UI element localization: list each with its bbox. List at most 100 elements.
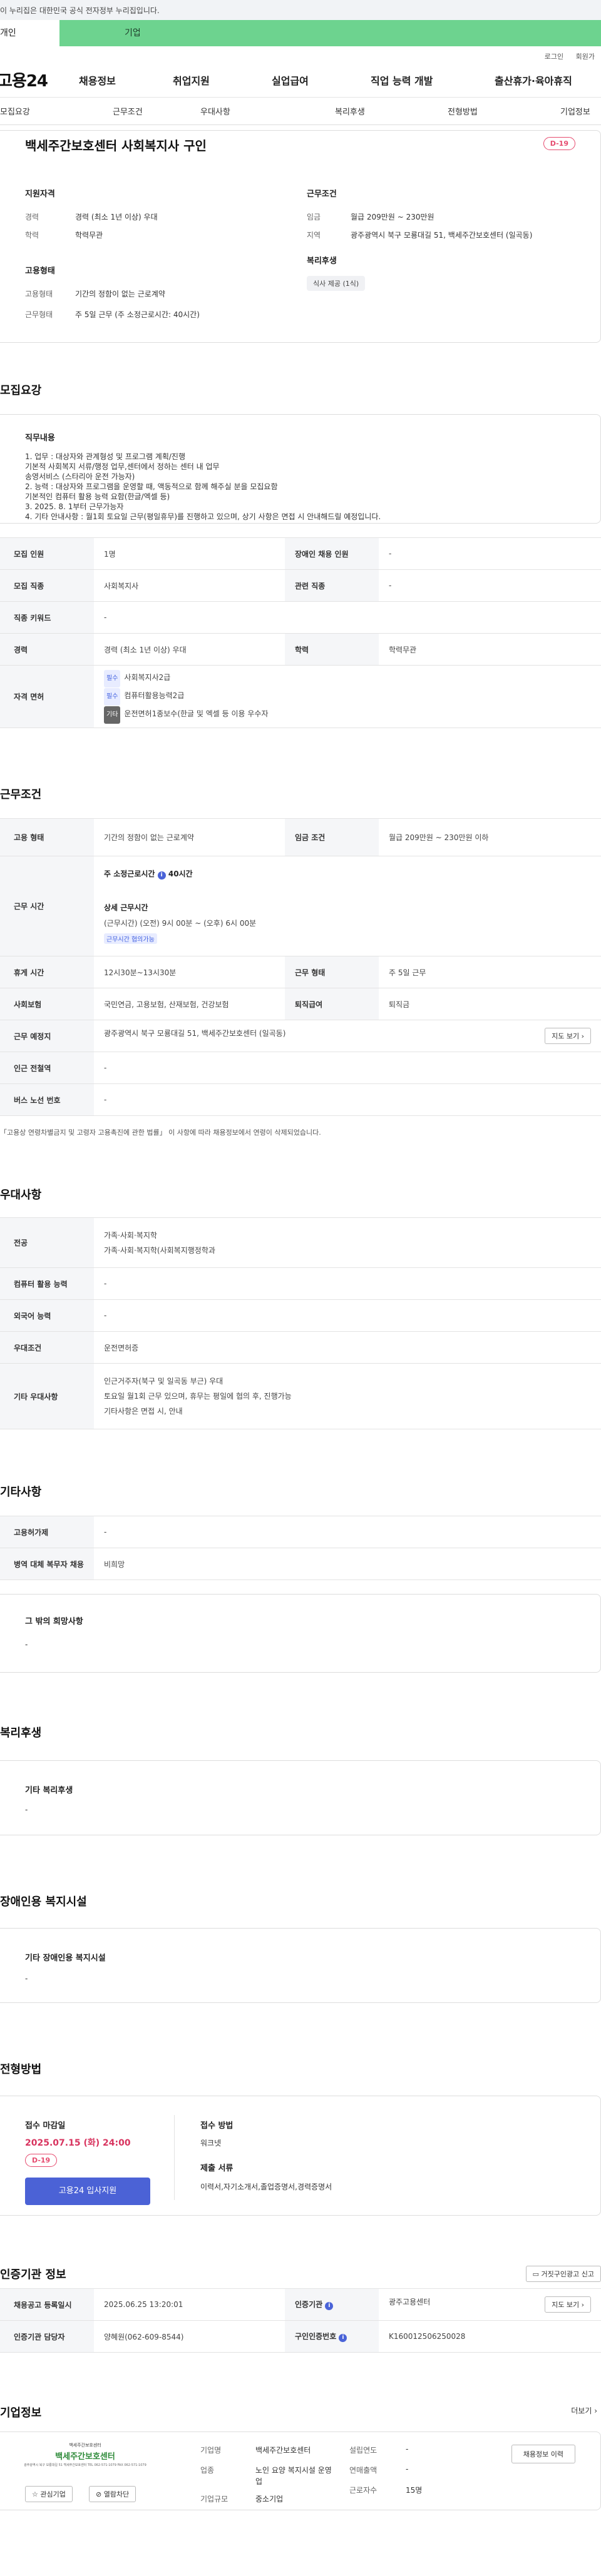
row-value: 경력 (최소 1년 이상) 우대	[94, 633, 285, 666]
row-value: 주 5일 근무	[379, 956, 601, 988]
info-icon[interactable]: i	[157, 871, 166, 880]
year-label: 설립연도	[349, 2446, 378, 2455]
info-icon[interactable]: i	[339, 2334, 347, 2342]
report-label: 거짓구인광고 신고	[541, 2270, 594, 2278]
row-value: 광주고용센터 지도 보기	[379, 2288, 601, 2321]
row-value: 운전면허증	[94, 1331, 601, 1364]
work-time-detail: 주 소정근로시간 i 40시간 상세 근무시간 (근무시간) (오전) 9시 0…	[94, 856, 601, 956]
gnb-item-jobs[interactable]: 채용정보	[79, 73, 173, 88]
tab-business[interactable]: 기업	[59, 20, 601, 46]
row-value: 양혜원(062-609-8544)	[94, 2320, 285, 2353]
subnav-work[interactable]: 근무조건	[113, 105, 200, 117]
year-value: -	[406, 2445, 409, 2453]
welfare-tag: 식사 제공 (1식)	[307, 276, 366, 291]
duty-title: 직무내용	[25, 434, 55, 443]
duty-line: 기본적 사회복지 서류/행정 업무,센터에서 정하는 센터 내 업무	[25, 462, 220, 471]
row-header: 병역 대체 복무자 채용	[0, 1548, 94, 1580]
subnav-selection[interactable]: 전형방법	[448, 105, 560, 117]
row-header: 구인인증번호 i	[285, 2320, 379, 2353]
cert-agency: 광주고용센터	[389, 2298, 431, 2306]
map-button[interactable]: 지도 보기	[545, 1028, 591, 1044]
deadline-value: 2025.07.15 (화) 24:00	[25, 2138, 131, 2148]
table-row: 컴퓨터 활용 능력 -	[0, 1267, 601, 1300]
duty-line: 4. 기타 안내사항 : 월1회 토요일 근무(평일휴무)를 진행하고 있으며,…	[25, 512, 381, 521]
subnav-recruit[interactable]: 모집요강	[0, 105, 113, 117]
block-button[interactable]: ⊘ 열람차단	[89, 2486, 136, 2502]
table-row: 우대조건 운전면허증	[0, 1331, 601, 1364]
gnb-item-vocational-training[interactable]: 직업 능력 개발	[371, 73, 495, 88]
method-label: 접수 방법	[200, 2121, 234, 2131]
table-row: 인근 전철역 -	[0, 1052, 601, 1084]
sub-nav: 모집요강 근무조건 우대사항 복리후생 전형방법 기업정보	[0, 98, 601, 125]
dday-badge: D-19	[543, 137, 575, 150]
company-name-label: 기업명	[200, 2446, 222, 2455]
welfare-heading: 복리후생	[0, 1727, 42, 1740]
hiring-history-button[interactable]: 채용정보 이력	[511, 2445, 575, 2463]
table-row: 모집 직종 사회복지사 관련 직종 -	[0, 569, 601, 602]
employees-value: 15명	[406, 2486, 423, 2495]
flex-hours-badge: 근무시간 협의가능	[104, 933, 157, 944]
cond-label: 임금	[307, 213, 321, 221]
row-value: 퇴직금	[379, 988, 601, 1020]
row-value: 1명	[94, 537, 285, 570]
table-row: 사회보험 국민연금, 고용보험, 산재보험, 건강보험 퇴직급여 퇴직금	[0, 988, 601, 1020]
method-value: 워크넷	[200, 2139, 222, 2148]
work-heading: 근무조건	[0, 788, 42, 801]
report-button[interactable]: ▭ 거짓구인광고 신고	[525, 2266, 601, 2282]
row-value: -	[379, 537, 601, 570]
gnb-item-parental-leave[interactable]: 출산휴가·육아휴직	[495, 73, 601, 88]
company-logo: 백세주간보호센터 백세주간보호센터 광주광역시 북구 모룡대길 51 백세주간보…	[23, 2442, 148, 2477]
table-row: 전공 가족·사회·복지학 가족·사회·복지학(사회복지행정학과	[0, 1217, 601, 1268]
pref-table: 전공 가족·사회·복지학 가족·사회·복지학(사회복지행정학과 컴퓨터 활용 능력 -…	[0, 1217, 601, 1429]
divider	[174, 2115, 175, 2200]
subnav-company[interactable]: 기업정보	[560, 105, 601, 117]
row-value: 학력무관	[379, 633, 601, 666]
more-link[interactable]: 더보기 ›	[571, 2405, 597, 2416]
row-header: 퇴직급여	[285, 988, 379, 1020]
join-link[interactable]: 회원가	[576, 53, 595, 61]
favorite-button[interactable]: ☆ 관심기업	[25, 2486, 73, 2502]
cond-label: 지역	[307, 231, 321, 240]
docs-label: 제출 서류	[200, 2164, 234, 2173]
recruit-table: 모집 인원 1명 장애인 채용 인원 - 모집 직종 사회복지사 관련 직종 - 직종 키워…	[0, 537, 601, 728]
logo-name: 백세주간보호센터	[55, 2452, 115, 2462]
cert-heading: 인증기관 정보	[0, 2268, 66, 2281]
tab-individual[interactable]: 개인	[0, 20, 59, 46]
map-button[interactable]: 지도 보기	[545, 2296, 591, 2313]
info-icon[interactable]: i	[325, 2302, 334, 2310]
cond-title: 근무조건	[307, 190, 337, 199]
row-header: 외국어 능력	[0, 1299, 94, 1332]
license-item: 운전면허1종보수(한글 및 엑셀 등 이용 우수자	[124, 709, 269, 718]
pref-item: 토요일 월1회 근무 있으며, 휴무는 평일에 협의 후, 진행가능	[104, 1392, 292, 1401]
row-header: 장애인 채용 인원	[285, 537, 379, 570]
sales-label: 연매출액	[349, 2466, 378, 2475]
gnb-item-unemployment-benefit[interactable]: 실업급여	[272, 73, 371, 88]
subnav-welfare[interactable]: 복리후생	[335, 105, 448, 117]
row-header: 직종 키워드	[0, 601, 94, 634]
subnav-pref[interactable]: 우대사항	[200, 105, 335, 117]
hope-box: 그 밖의 희망사항 -	[0, 1594, 601, 1673]
pref-item: 인근거주자(북구 및 일곡동 부근) 우대	[104, 1377, 223, 1386]
license-list: 필수 사회복지사2급 필수 컴퓨터활용능력2급 기타 운전면허1종보수(한글 및 엑셀…	[94, 665, 601, 728]
row-header: 관련 직종	[285, 569, 379, 602]
row-value: -	[94, 1083, 601, 1116]
welfare-box-value: -	[25, 1805, 28, 1814]
login-link[interactable]: 로그인	[545, 53, 563, 61]
disabled-box-value: -	[25, 1974, 28, 1983]
row-header: 채용공고 등록일시	[0, 2288, 94, 2321]
work-table: 고용 형태 기간의 정함이 없는 근로계약 임금 조건 월급 209만원 ~ 230만…	[0, 818, 601, 1116]
row-header: 근무 예정지	[0, 1020, 94, 1052]
row-header: 휴게 시간	[0, 956, 94, 988]
gov-banner: 이 누리집은 대한민국 공식 전자정부 누리집입니다.	[0, 0, 601, 20]
pref-item: 기타사항은 면접 시, 안내	[104, 1407, 183, 1416]
row-header: 근무 형태	[285, 956, 379, 988]
row-value: 인근거주자(북구 및 일곡동 부근) 우대토요일 월1회 근무 있으며, 휴무는…	[94, 1363, 601, 1429]
table-row: 휴게 시간 12시30분~13시30분 근무 형태 주 5일 근무	[0, 956, 601, 988]
gnb-item-employment-support[interactable]: 취업지원	[173, 73, 272, 88]
row-header: 자격 면허	[0, 665, 94, 728]
site-logo[interactable]: 고용24	[0, 68, 79, 91]
welfare-box-title: 기타 복리후생	[25, 1786, 73, 1795]
row-value: 월급 209만원 ~ 230만원 이하	[379, 818, 601, 856]
apply-button[interactable]: 고용24 입사지원	[25, 2178, 150, 2205]
hope-title: 그 밖의 희망사항	[25, 1617, 83, 1626]
